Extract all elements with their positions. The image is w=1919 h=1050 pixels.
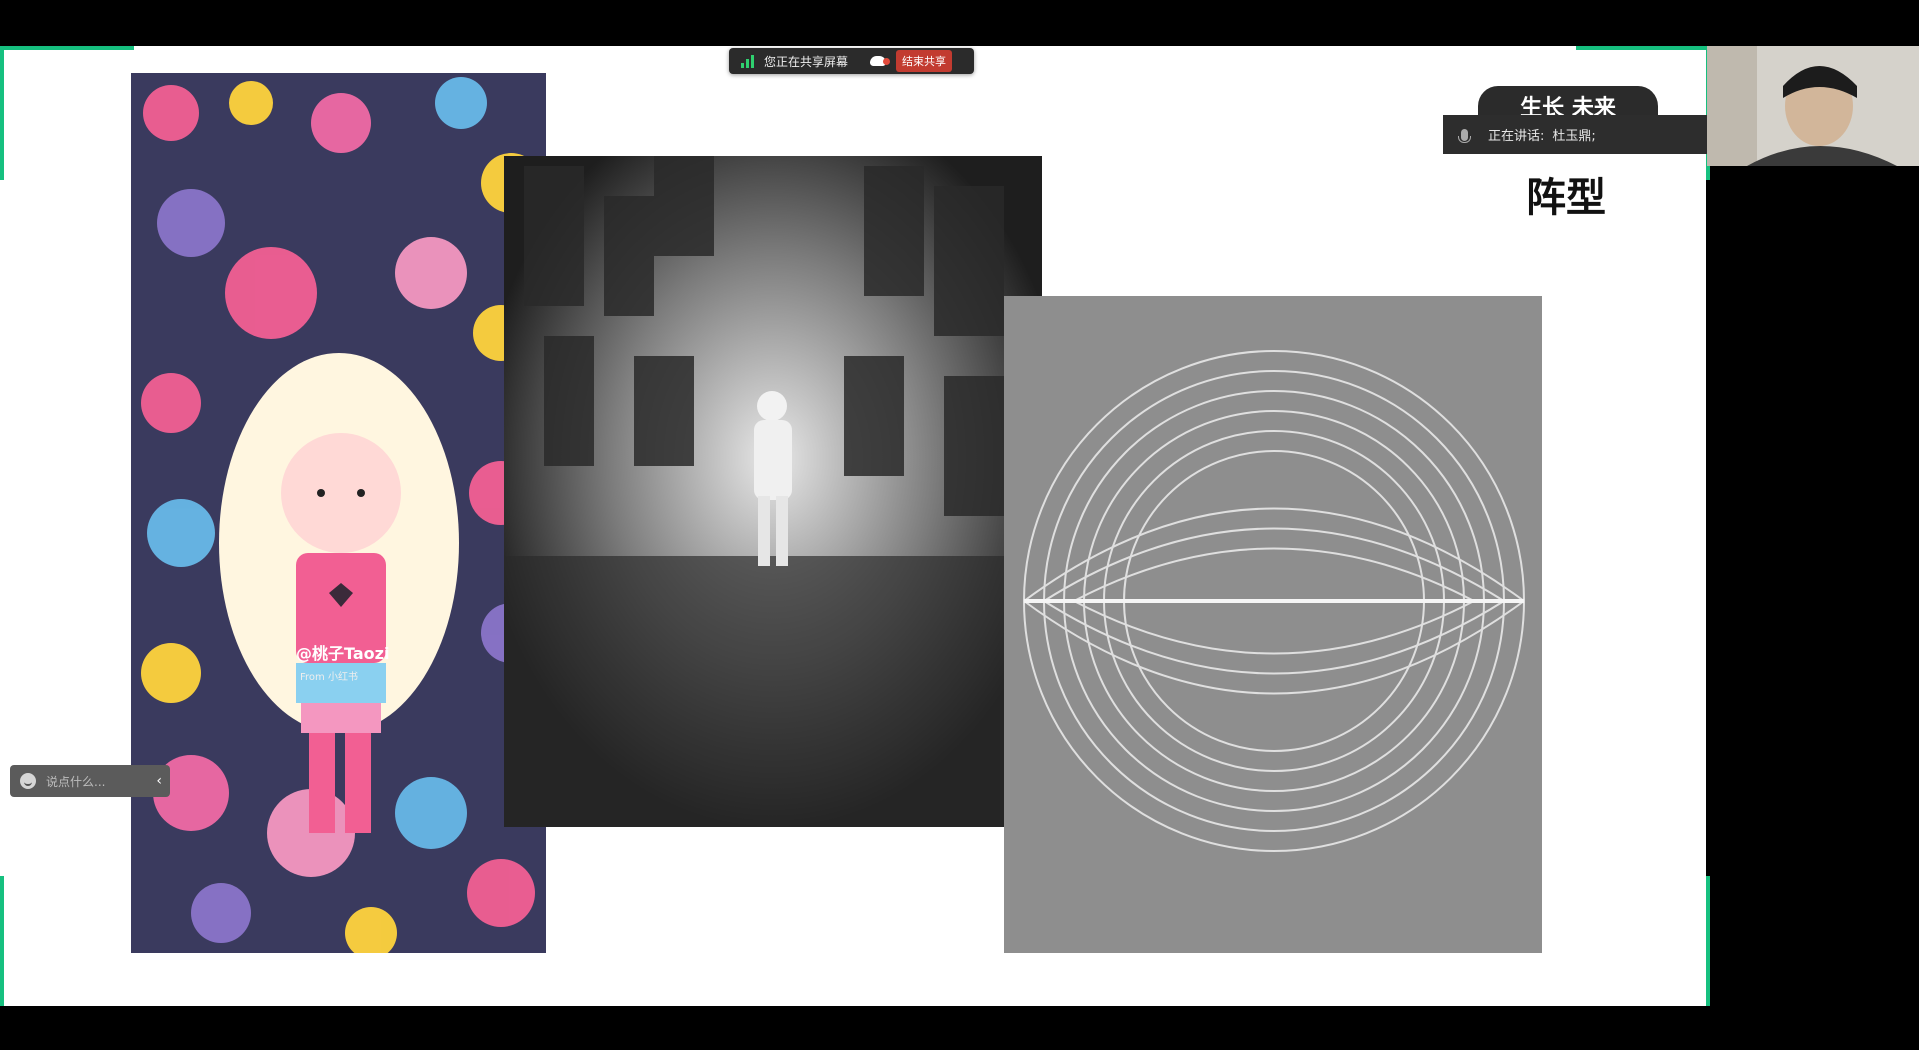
mic-icon bbox=[1458, 128, 1471, 143]
screen-share-bar: 您正在共享屏幕 结束共享 bbox=[729, 48, 974, 74]
doodle-source: From 小红书 bbox=[300, 672, 358, 683]
cloud-icon bbox=[870, 56, 891, 66]
doodle-girl-image bbox=[131, 73, 546, 953]
signal-icon bbox=[741, 54, 754, 68]
stop-share-button[interactable]: 结束共享 bbox=[896, 50, 953, 72]
chat-placeholder[interactable]: 说点什么... bbox=[46, 773, 105, 790]
share-frame-corner bbox=[0, 876, 134, 1010]
doodle-watermark: @桃子Taozi bbox=[296, 644, 390, 663]
speaking-label: 正在讲话: bbox=[1488, 129, 1545, 144]
smile-icon[interactable] bbox=[20, 773, 36, 789]
speaking-indicator: 正在讲话: 杜玉鼎; bbox=[1443, 115, 1707, 154]
share-status-text: 您正在共享屏幕 bbox=[764, 54, 849, 69]
bottom-bar bbox=[0, 1006, 1919, 1050]
wire-circle-image bbox=[1004, 296, 1542, 953]
share-frame-corner bbox=[0, 46, 134, 180]
chat-input-bar[interactable]: 说点什么... ‹ bbox=[10, 765, 170, 797]
webcam-video bbox=[1707, 46, 1919, 166]
share-frame-corner bbox=[1576, 876, 1710, 1010]
slide-heading: 阵型 bbox=[1526, 175, 1606, 221]
astronaut-image bbox=[504, 156, 1042, 827]
speaker-name: 杜玉鼎; bbox=[1552, 129, 1596, 144]
chevron-left-icon[interactable]: ‹ bbox=[156, 773, 162, 789]
